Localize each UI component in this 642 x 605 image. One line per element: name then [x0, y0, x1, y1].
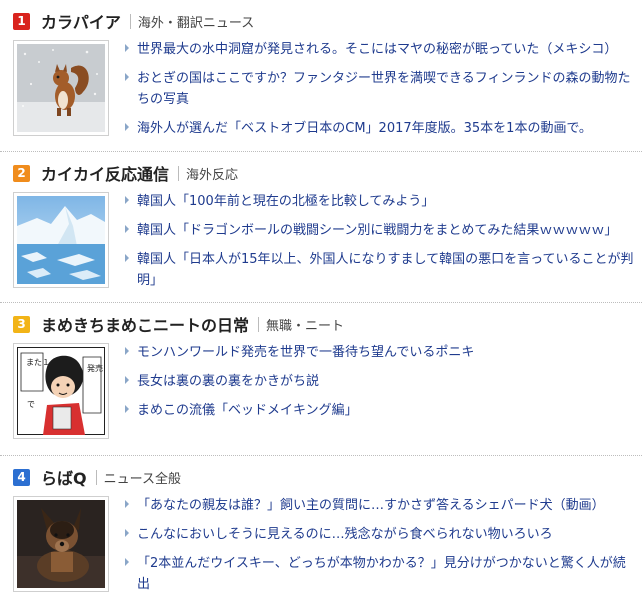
- article-item: モンハンワールド発売を世界で一番待ち望んでいるポニキ: [122, 341, 634, 362]
- article-link[interactable]: 「2本並んだウイスキー、どっちが本物かわかる？」見分けがつかないと驚く人が続出: [137, 556, 626, 592]
- article-list: モンハンワールド発売を世界で一番待ち望んでいるポニキ 長女は裏の裏の裏をかきがち…: [122, 341, 634, 428]
- section-header: 3 まめきちまめこニートの日常 無職・ニート: [13, 313, 344, 335]
- rank-badge: 4: [13, 468, 30, 486]
- article-link[interactable]: モンハンワールド発売を世界で一番待ち望んでいるポニキ: [137, 345, 474, 360]
- article-link[interactable]: 「あなたの親友は誰？」飼い主の質問に…すかさず答えるシェパード犬（動画）: [137, 498, 605, 513]
- article-item: まめこの流儀「ベッドメイキング編」: [122, 399, 634, 420]
- article-list: 韓国人「100年前と現在の北極を比較してみよう」 韓国人「ドラゴンボールの戦闘シ…: [122, 190, 634, 298]
- section-header: 4 らばQ ニュース全般: [13, 466, 181, 488]
- header-divider: [95, 469, 97, 485]
- article-item: 韓国人「日本人が15年以上、外国人になりすまして韓国の悪口を言っていることが判明…: [122, 248, 634, 290]
- site-category: ニュース全般: [103, 471, 181, 487]
- ranking-section-2: 2 カイカイ反応通信 海外反応 韓国人「100年前と現在の北極を比較してみよう」…: [0, 152, 642, 303]
- article-item: 韓国人「100年前と現在の北極を比較してみよう」: [122, 190, 634, 211]
- article-link[interactable]: 韓国人「日本人が15年以上、外国人になりすまして韓国の悪口を言っていることが判明…: [137, 252, 634, 288]
- site-thumbnail[interactable]: [13, 192, 109, 288]
- header-divider: [178, 165, 180, 181]
- article-item: 世界最大の水中洞窟が発見される。そこにはマヤの秘密が眠っていた（メキシコ）: [122, 38, 634, 59]
- article-link[interactable]: 海外人が選んだ「ベストオブ日本のCM」2017年度版。35本を1本の動画で。: [137, 121, 592, 136]
- site-name-link[interactable]: カラパイア: [41, 9, 121, 33]
- article-link[interactable]: おとぎの国はここですか？ファンタジー世界を満喫できるフィンランドの森の動物たちの…: [137, 71, 630, 107]
- article-link[interactable]: 韓国人「ドラゴンボールの戦闘シーン別に戦闘力をまとめてみた結果ｗｗｗｗｗ」: [137, 223, 617, 238]
- article-list: 世界最大の水中洞窟が発見される。そこにはマヤの秘密が眠っていた（メキシコ） おと…: [122, 38, 634, 146]
- article-link[interactable]: まめこの流儀「ベッドメイキング編」: [137, 403, 358, 418]
- manga-bubble-text: 発売: [87, 363, 103, 373]
- squirrel-in-snow-image: [17, 44, 105, 132]
- article-item: 「2本並んだウイスキー、どっちが本物かわかる？」見分けがつかないと驚く人が続出: [122, 552, 634, 594]
- site-category: 海外・翻訳ニュース: [137, 15, 255, 31]
- shepherd-dog-image: [17, 500, 105, 588]
- article-link[interactable]: 長女は裏の裏の裏をかきがち説: [137, 374, 319, 389]
- rank-badge: 2: [13, 164, 30, 182]
- site-thumbnail[interactable]: [13, 40, 109, 136]
- manga-bubble-text: で: [27, 400, 35, 409]
- article-link[interactable]: 世界最大の水中洞窟が発見される。そこにはマヤの秘密が眠っていた（メキシコ）: [137, 42, 617, 57]
- section-header: 2 カイカイ反応通信 海外反応: [13, 162, 238, 184]
- article-item: おとぎの国はここですか？ファンタジー世界を満喫できるフィンランドの森の動物たちの…: [122, 67, 634, 109]
- site-name-link[interactable]: まめきちまめこニートの日常: [41, 312, 249, 336]
- site-category: 無職・ニート: [266, 318, 345, 334]
- blog-ranking-feed: 1 カラパイア 海外・翻訳ニュース 世界最大の水中洞窟が発見される。そこにはマヤ…: [0, 0, 642, 605]
- site-thumbnail[interactable]: また１人 発売 で: [13, 343, 109, 439]
- header-divider: [258, 316, 260, 332]
- site-category: 海外反応: [186, 167, 239, 183]
- article-item: 海外人が選んだ「ベストオブ日本のCM」2017年度版。35本を1本の動画で。: [122, 117, 634, 138]
- site-thumbnail[interactable]: [13, 496, 109, 592]
- article-list: 「あなたの親友は誰？」飼い主の質問に…すかさず答えるシェパード犬（動画） こんな…: [122, 494, 634, 602]
- article-link[interactable]: こんなにおいしそうに見えるのに…残念ながら食べられない物いろいろ: [137, 527, 553, 542]
- article-item: 長女は裏の裏の裏をかきがち説: [122, 370, 634, 391]
- ranking-section-3: 3 まめきちまめこニートの日常 無職・ニート また１人 発売 で モンハンワール…: [0, 303, 642, 456]
- section-header: 1 カラパイア 海外・翻訳ニュース: [13, 10, 254, 32]
- article-item: 「あなたの親友は誰？」飼い主の質問に…すかさず答えるシェパード犬（動画）: [122, 494, 634, 515]
- article-item: こんなにおいしそうに見えるのに…残念ながら食べられない物いろいろ: [122, 523, 634, 544]
- site-name-link[interactable]: カイカイ反応通信: [41, 161, 169, 185]
- article-link[interactable]: 韓国人「100年前と現在の北極を比較してみよう」: [137, 194, 434, 209]
- header-divider: [129, 13, 131, 29]
- ranking-section-1: 1 カラパイア 海外・翻訳ニュース 世界最大の水中洞窟が発見される。そこにはマヤ…: [0, 0, 642, 152]
- rank-badge: 1: [13, 12, 30, 30]
- article-item: 韓国人「ドラゴンボールの戦闘シーン別に戦闘力をまとめてみた結果ｗｗｗｗｗ」: [122, 219, 634, 240]
- manga-panel-image: また１人 発売 で: [17, 347, 105, 435]
- ranking-section-4: 4 らばQ ニュース全般 「あなたの親友は誰？」飼い主の質問に…すかさず答えるシ…: [0, 456, 642, 605]
- site-name-link[interactable]: らばQ: [41, 465, 87, 489]
- glacier-icebergs-image: [17, 196, 105, 284]
- rank-badge: 3: [13, 315, 30, 333]
